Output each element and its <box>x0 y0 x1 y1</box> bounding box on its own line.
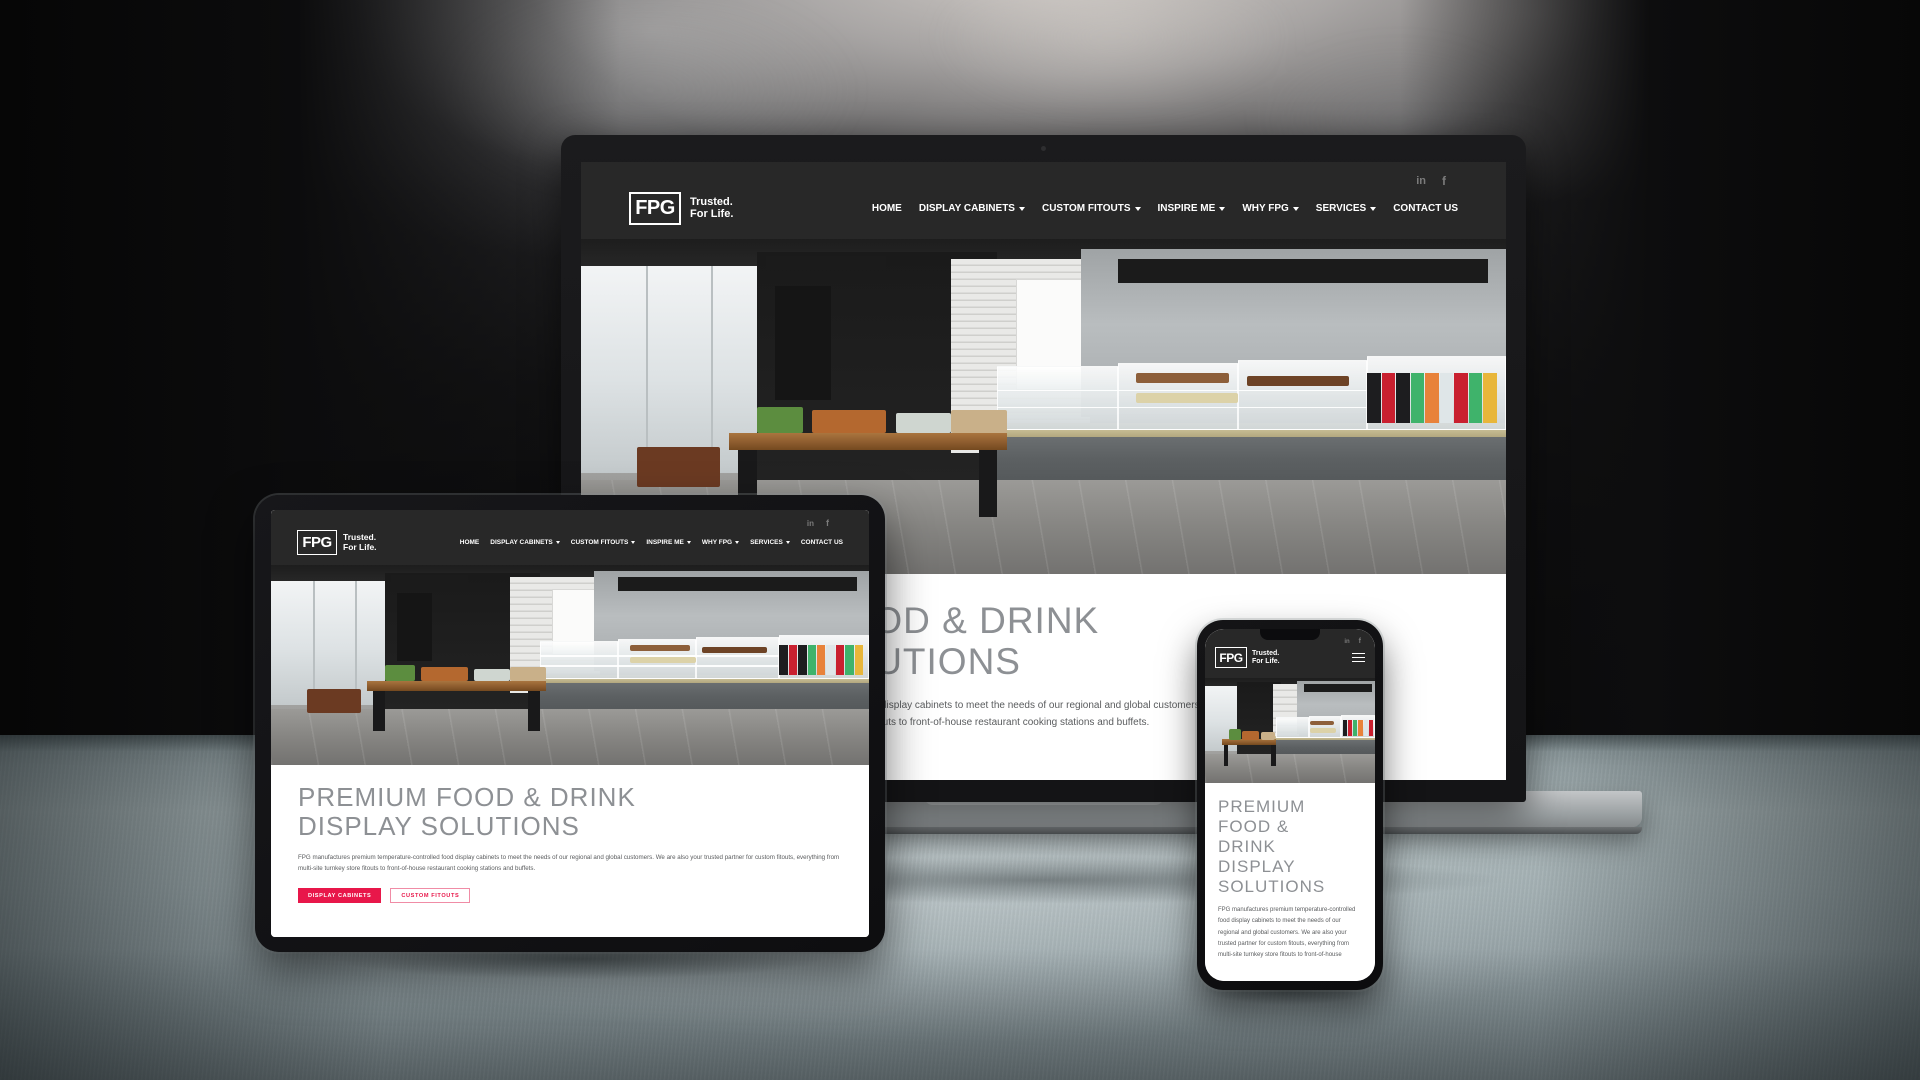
nav-item-display-cabinets[interactable]: DISPLAY CABINETS <box>919 203 1025 214</box>
nav-item-home[interactable]: HOME <box>460 539 480 546</box>
nav-label: CUSTOM FITOUTS <box>1041 203 1131 214</box>
hero-content: PREMIUM FOOD & DRINK DISPLAY SOLUTIONS F… <box>1205 783 1375 961</box>
facebook-icon[interactable]: f <box>1359 638 1361 645</box>
desktop-nav-menu: HOME DISPLAY CABINETS CUSTOM FITOUTS INS… <box>872 203 1480 214</box>
nav-label: HOME <box>871 203 902 214</box>
tablet-nav-menu: HOME DISPLAY CABINETS CUSTOM FITOUTS INS… <box>460 539 851 546</box>
nav-label: HOME <box>459 539 480 546</box>
nav-item-custom-fitouts[interactable]: CUSTOM FITOUTS <box>571 539 636 546</box>
cafe-interior-photo <box>1205 678 1375 783</box>
nav-label: WHY FPG <box>1242 203 1289 214</box>
nav-label: CUSTOM FITOUTS <box>570 539 629 546</box>
desktop-nav-row: FPG Trusted. For Life. HOME DISPLAY CABI… <box>607 192 1480 225</box>
cafe-interior-photo <box>271 565 869 765</box>
chevron-down-icon <box>1134 206 1141 211</box>
chevron-down-icon <box>686 541 691 544</box>
logo-mark: FPG <box>1215 647 1247 668</box>
hero-image <box>1205 678 1375 783</box>
tablet-social-links: in f <box>289 517 851 530</box>
chevron-down-icon <box>631 541 636 544</box>
phone-mockup: in f FPG Trusted. For Life. PREMIUM FOOD… <box>1197 620 1383 990</box>
nav-label: DISPLAY CABINETS <box>490 539 553 546</box>
nav-item-why-fpg[interactable]: WHY FPG <box>1242 203 1299 214</box>
logo-tagline: Trusted. For Life. <box>690 195 734 221</box>
linkedin-icon[interactable]: in <box>1416 175 1426 187</box>
linkedin-icon[interactable]: in <box>807 519 814 528</box>
facebook-icon[interactable]: f <box>826 519 829 528</box>
hero-cta-group: DISPLAY CABINETS CUSTOM FITOUTS <box>298 888 842 904</box>
nav-item-services[interactable]: SERVICES <box>1315 203 1377 214</box>
logo-mark: FPG <box>629 192 681 225</box>
laptop-webcam <box>1041 146 1046 151</box>
custom-fitouts-button[interactable]: CUSTOM FITOUTS <box>390 888 471 904</box>
logo-mark: FPG <box>297 530 337 555</box>
nav-label: INSPIRE ME <box>1157 203 1216 214</box>
site-logo[interactable]: FPG Trusted. For Life. <box>629 192 733 225</box>
hero-description: FPG manufactures premium temperature-con… <box>1218 907 1356 958</box>
logo-tagline: Trusted. For Life. <box>343 533 377 551</box>
desktop-social-links: in f <box>607 172 1480 190</box>
logo-tagline-line2: For Life. <box>343 541 377 552</box>
nav-label: SERVICES <box>750 539 783 546</box>
facebook-icon[interactable]: f <box>1442 175 1446 187</box>
logo-tagline-line1: Trusted. <box>1252 649 1280 657</box>
nav-label: CONTACT US <box>1393 203 1458 214</box>
nav-item-inspire-me[interactable]: INSPIRE ME <box>646 539 691 546</box>
nav-item-why-fpg[interactable]: WHY FPG <box>701 539 740 546</box>
chevron-down-icon <box>555 541 560 544</box>
site-logo[interactable]: FPG Trusted. For Life. <box>297 530 377 555</box>
hero-heading-line3: DRINK <box>1218 836 1276 856</box>
nav-item-display-cabinets[interactable]: DISPLAY CABINETS <box>490 539 560 546</box>
hamburger-menu-icon[interactable] <box>1352 652 1365 663</box>
nav-item-home[interactable]: HOME <box>872 203 902 214</box>
nav-item-contact-us[interactable]: CONTACT US <box>801 539 843 546</box>
logo-tagline-line1: Trusted. <box>690 195 733 208</box>
phone-notch <box>1260 629 1320 640</box>
display-cabinets-button[interactable]: DISPLAY CABINETS <box>298 888 382 904</box>
hero-heading-line5: SOLUTIONS <box>1218 876 1326 896</box>
tablet-website: in f FPG Trusted. For Life. HOME DISPLAY… <box>271 510 869 937</box>
tablet-screen: in f FPG Trusted. For Life. HOME DISPLAY… <box>271 510 869 937</box>
logo-tagline-line2: For Life. <box>690 207 734 220</box>
hero-description: FPG manufactures premium temperature-con… <box>298 853 840 872</box>
chevron-down-icon <box>1219 206 1226 211</box>
nav-item-services[interactable]: SERVICES <box>750 539 790 546</box>
hero-image <box>271 565 869 765</box>
nav-label: SERVICES <box>1315 203 1367 214</box>
desktop-header: in f FPG Trusted. For Life. HOME DISPLAY… <box>581 162 1506 239</box>
site-logo[interactable]: FPG Trusted. For Life. <box>1215 647 1280 668</box>
chevron-down-icon <box>1370 206 1377 211</box>
chevron-down-icon <box>1292 206 1299 211</box>
tablet-mockup: in f FPG Trusted. For Life. HOME DISPLAY… <box>255 495 885 952</box>
chevron-down-icon <box>735 541 740 544</box>
hero-heading-line1: PREMIUM FOOD & DRINK <box>298 782 636 812</box>
hero-heading-line2: FOOD & <box>1218 816 1290 836</box>
nav-item-custom-fitouts[interactable]: CUSTOM FITOUTS <box>1042 203 1141 214</box>
chevron-down-icon <box>785 541 790 544</box>
logo-tagline-line2: For Life. <box>1252 657 1280 665</box>
hero-heading-line2: DISPLAY SOLUTIONS <box>298 811 580 842</box>
nav-item-inspire-me[interactable]: INSPIRE ME <box>1158 203 1226 214</box>
hero-heading: PREMIUM FOOD & DRINK DISPLAY SOLUTIONS <box>298 782 842 842</box>
tablet-header: in f FPG Trusted. For Life. HOME DISPLAY… <box>271 510 869 565</box>
nav-label: INSPIRE ME <box>646 539 684 546</box>
hero-heading: PREMIUM FOOD & DRINK DISPLAY SOLUTIONS <box>1218 797 1362 896</box>
phone-screen: in f FPG Trusted. For Life. PREMIUM FOOD… <box>1205 629 1375 981</box>
mobile-nav-row: FPG Trusted. For Life. <box>1215 647 1365 668</box>
hero-heading-line1: PREMIUM <box>1218 797 1306 816</box>
nav-label: WHY FPG <box>701 539 733 546</box>
nav-label: CONTACT US <box>800 539 843 546</box>
nav-item-contact-us[interactable]: CONTACT US <box>1393 203 1458 214</box>
hero-heading-line4: DISPLAY <box>1218 856 1296 876</box>
linkedin-icon[interactable]: in <box>1344 639 1349 645</box>
hero-content: PREMIUM FOOD & DRINK DISPLAY SOLUTIONS F… <box>271 765 869 904</box>
chevron-down-icon <box>1018 206 1025 211</box>
tablet-nav-row: FPG Trusted. For Life. HOME DISPLAY CABI… <box>289 530 851 555</box>
nav-label: DISPLAY CABINETS <box>918 203 1015 214</box>
logo-tagline: Trusted. For Life. <box>1252 650 1280 665</box>
mobile-website: in f FPG Trusted. For Life. PREMIUM FOOD… <box>1205 629 1375 981</box>
